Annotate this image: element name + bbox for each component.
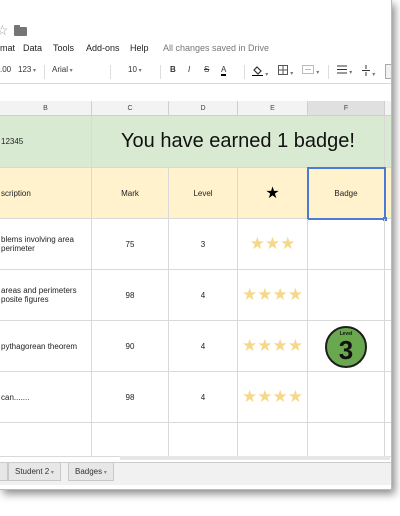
empty-cell[interactable]: [308, 423, 385, 457]
spreadsheet-window: ☆ mat Data Tools Add-ons Help All change…: [0, 0, 392, 490]
mark-cell[interactable]: 98: [92, 270, 169, 321]
align-icon[interactable]: [337, 65, 352, 76]
text-color-button[interactable]: A: [221, 65, 227, 76]
empty-cell[interactable]: [0, 423, 92, 457]
menu-item-tools[interactable]: Tools: [53, 43, 74, 53]
font-size-label: 10: [128, 65, 137, 74]
description-cell[interactable]: pythagorean theorem: [0, 321, 92, 372]
column-header-f[interactable]: F: [308, 101, 385, 116]
menu-item-addons[interactable]: Add-ons: [86, 43, 120, 53]
folder-icon[interactable]: [14, 25, 27, 36]
empty-cell[interactable]: [385, 423, 391, 457]
toolbar: .00 123 Arial 10 B I S A: [0, 61, 391, 84]
mark-cell[interactable]: 98: [92, 372, 169, 423]
badge-cell[interactable]: [308, 219, 385, 270]
menu-item-help[interactable]: Help: [130, 43, 149, 53]
tab-menu-chevron-icon[interactable]: [102, 467, 107, 476]
bold-button[interactable]: B: [170, 65, 176, 74]
cell-g[interactable]: [385, 270, 391, 321]
vertical-align-lines-icon: [362, 65, 370, 76]
number-format-dropdown[interactable]: 123: [18, 65, 36, 74]
grid-borders-icon: [278, 65, 288, 75]
level-cell[interactable]: 4: [169, 372, 238, 423]
menu-item-format[interactable]: mat: [0, 43, 15, 53]
toolbar-divider: [244, 65, 245, 79]
font-dropdown[interactable]: Arial: [52, 65, 102, 74]
column-header-g[interactable]: [385, 101, 391, 116]
cell-g[interactable]: [385, 372, 391, 423]
star-rating-icon[interactable]: ★★★: [238, 219, 308, 270]
star-header-icon[interactable]: ★: [238, 168, 308, 219]
toolbar-divider: [44, 65, 45, 79]
badge-header[interactable]: Badge: [308, 168, 385, 219]
star-rating-icon[interactable]: ★★★★: [238, 372, 308, 423]
menu-item-data[interactable]: Data: [23, 43, 42, 53]
description-cell[interactable]: blems involving area perimeter: [0, 219, 92, 270]
badge-headline[interactable]: You have earned 1 badge!: [92, 116, 385, 168]
strikethrough-button[interactable]: S: [204, 65, 209, 74]
merge-icon: [302, 65, 314, 74]
empty-cell[interactable]: [92, 423, 169, 457]
star-rating-icon[interactable]: ★★★★: [238, 270, 308, 321]
mark-cell[interactable]: 75: [92, 219, 169, 270]
sheet-tab-bar: Student 2 Badges: [0, 462, 391, 485]
sheet-tab-label: Student 2: [15, 467, 50, 476]
column-header-d[interactable]: D: [169, 101, 238, 116]
align-lines-icon: [337, 65, 347, 74]
decimal-button[interactable]: .00: [0, 65, 11, 74]
level-badge: Level 3: [325, 326, 367, 368]
cell-g[interactable]: [385, 321, 391, 372]
description-cell[interactable]: areas and perimeters posite figures: [0, 270, 92, 321]
level-cell[interactable]: 4: [169, 270, 238, 321]
font-label: Arial: [52, 65, 69, 74]
font-size-dropdown[interactable]: 10: [128, 65, 142, 74]
star-outline-icon[interactable]: ☆: [0, 23, 9, 37]
badge-cell[interactable]: [308, 372, 385, 423]
vertical-align-icon[interactable]: [362, 65, 375, 78]
paint-bucket-icon: [252, 66, 263, 76]
cell-g1[interactable]: [385, 116, 391, 168]
level-cell[interactable]: 3: [169, 219, 238, 270]
column-header-c[interactable]: C: [92, 101, 169, 116]
italic-button[interactable]: I: [188, 65, 190, 74]
sheet-tab-student-2[interactable]: Student 2: [8, 463, 61, 481]
badge-level-number: 3: [338, 335, 354, 365]
tab-menu-chevron-icon[interactable]: [49, 467, 54, 476]
wrap-text-icon[interactable]: [385, 64, 391, 79]
column-header-e[interactable]: E: [238, 101, 308, 116]
mark-header[interactable]: Mark: [92, 168, 169, 219]
star-rating-icon[interactable]: ★★★★: [238, 321, 308, 372]
sheet-tab-prev[interactable]: [0, 463, 8, 481]
level-cell[interactable]: 4: [169, 321, 238, 372]
mark-cell[interactable]: 90: [92, 321, 169, 372]
sheet-tab-badges[interactable]: Badges: [68, 463, 114, 481]
description-cell[interactable]: can.......: [0, 372, 92, 423]
merge-cells-icon[interactable]: [302, 65, 319, 76]
badge-cell[interactable]: [308, 270, 385, 321]
student-id-cell[interactable]: 12345: [0, 116, 92, 168]
sheet-tab-label: Badges: [75, 467, 103, 476]
column-header-b[interactable]: B: [0, 101, 92, 116]
save-status: All changes saved in Drive: [163, 43, 270, 53]
fill-color-icon[interactable]: [252, 65, 268, 78]
horizontal-scrollbar[interactable]: [120, 456, 390, 460]
toolbar-divider: [328, 65, 329, 79]
cell-g[interactable]: [385, 219, 391, 270]
description-header[interactable]: scription: [0, 168, 92, 219]
borders-icon[interactable]: [278, 65, 293, 77]
empty-cell[interactable]: [169, 423, 238, 457]
level-header[interactable]: Level: [169, 168, 238, 219]
empty-cell[interactable]: [238, 423, 308, 457]
toolbar-divider: [160, 65, 161, 79]
toolbar-divider: [110, 65, 111, 79]
cell-g2[interactable]: [385, 168, 391, 219]
number-format-label: 123: [18, 65, 32, 74]
